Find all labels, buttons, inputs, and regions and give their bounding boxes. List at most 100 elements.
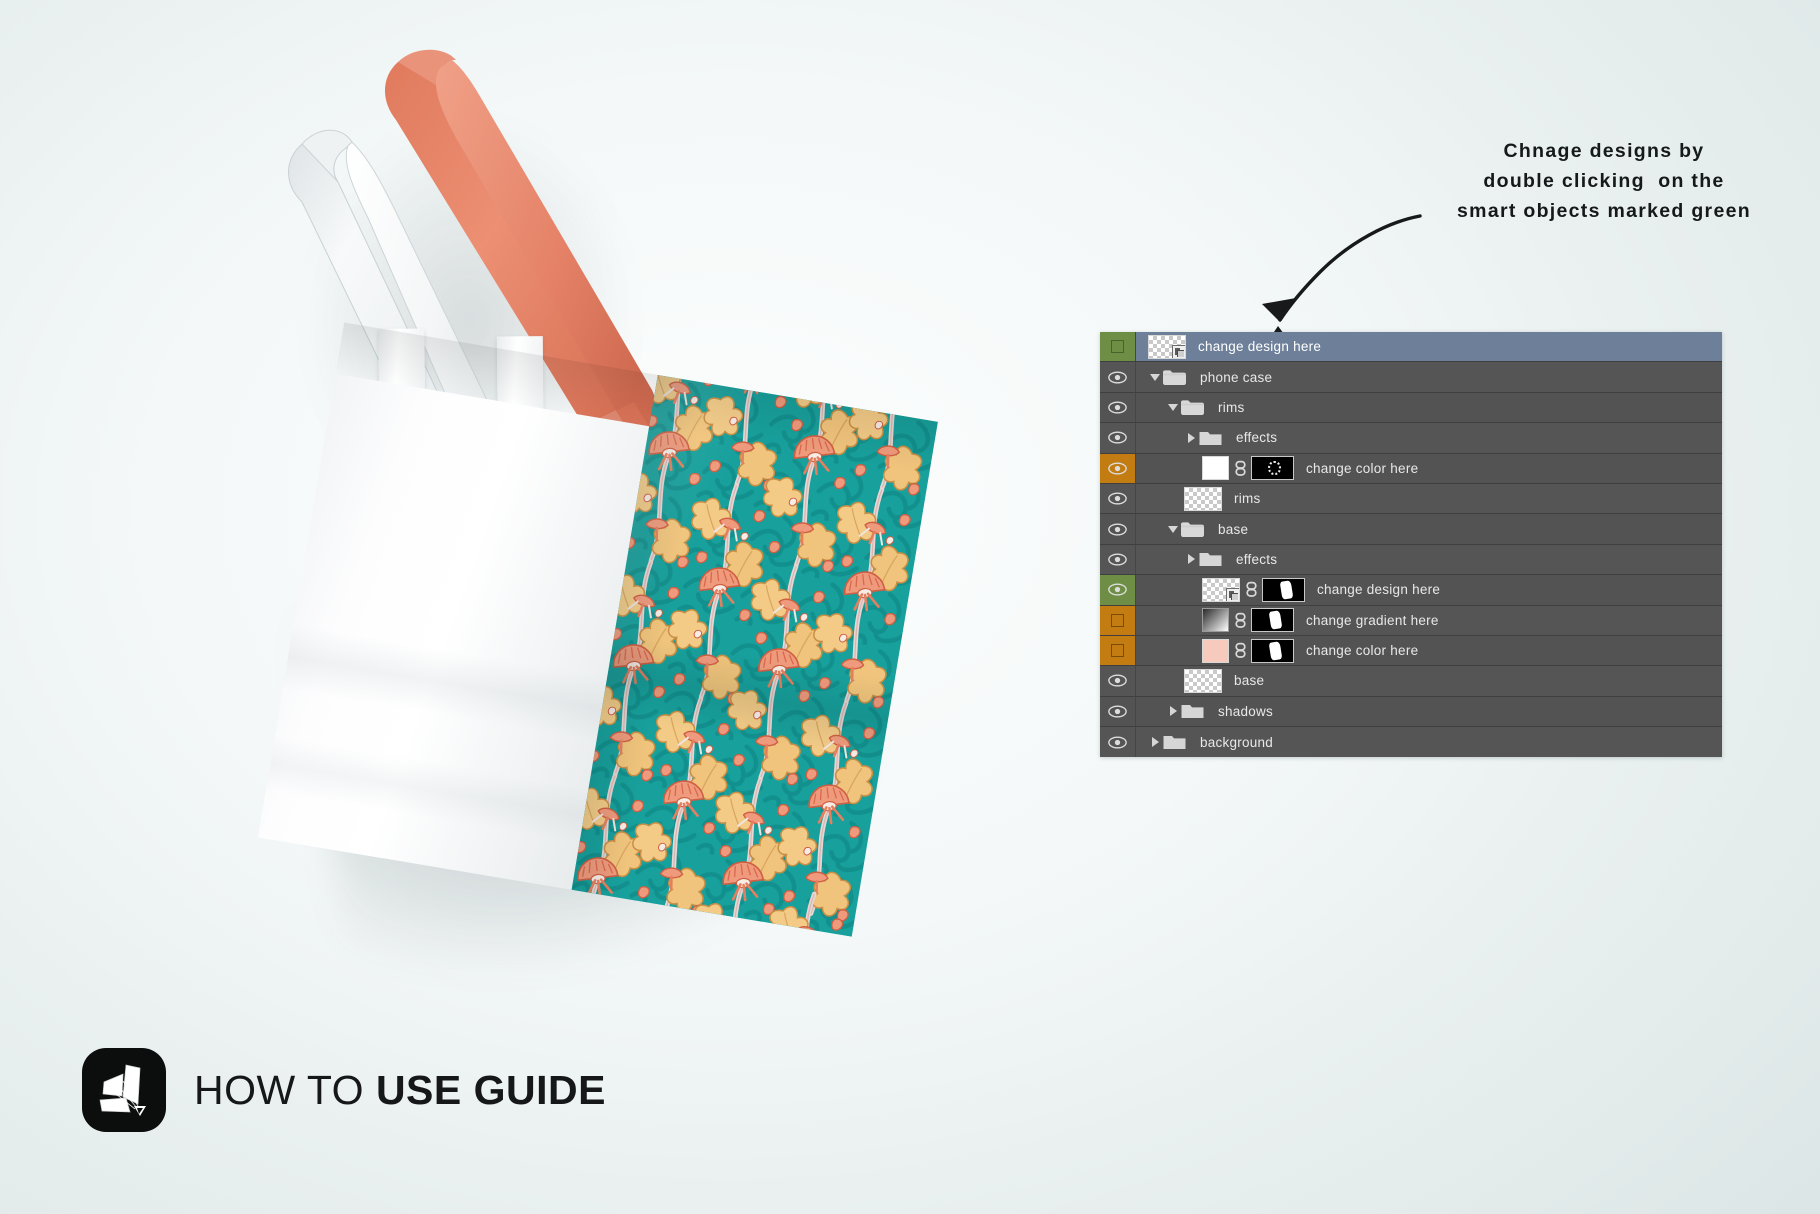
eye-icon — [1108, 736, 1127, 749]
layer-visibility-toggle[interactable] — [1100, 483, 1136, 514]
layer-visibility-toggle[interactable] — [1100, 332, 1136, 362]
annotation-line-1: Chnage designs by — [1503, 140, 1705, 162]
layer-visibility-toggle[interactable] — [1100, 392, 1136, 423]
layer-row-body[interactable]: shadows — [1136, 697, 1722, 726]
layer-name: base — [1234, 673, 1265, 689]
product-mockup-image — [0, 0, 1060, 1060]
eye-icon — [1108, 462, 1127, 475]
layer-visibility-toggle[interactable] — [1100, 696, 1136, 727]
layer-visibility-toggle[interactable] — [1100, 666, 1136, 696]
photoshop-layers-panel[interactable]: change design here phone case rims effects c… — [1100, 332, 1722, 758]
thumbnail-checker — [1148, 334, 1186, 359]
layer-row-body[interactable]: change design here — [1136, 332, 1722, 362]
chevron-right-icon[interactable] — [1184, 545, 1198, 574]
chevron-right-icon[interactable] — [1166, 697, 1180, 726]
layer-row-body[interactable]: change design here — [1136, 575, 1722, 604]
chevron-right-icon[interactable] — [1148, 727, 1162, 757]
layer-thumbnail[interactable] — [1202, 606, 1229, 635]
folder-icon — [1180, 697, 1208, 726]
layer-visibility-toggle[interactable] — [1100, 605, 1136, 635]
layer-row-body[interactable]: effects — [1136, 423, 1722, 452]
eye-icon — [1108, 401, 1127, 414]
eye-icon — [1108, 492, 1127, 505]
chevron-down-icon[interactable] — [1166, 393, 1180, 422]
layer-row-body[interactable]: phone case — [1136, 362, 1722, 391]
layer-row-body[interactable]: change gradient here — [1136, 606, 1722, 635]
layer-mask-thumbnail[interactable] — [1262, 577, 1305, 602]
layer-visibility-toggle[interactable] — [1100, 423, 1136, 453]
layer-row[interactable]: change color here — [1100, 635, 1722, 667]
layer-row-body[interactable]: change color here — [1136, 636, 1722, 665]
eye-icon — [1108, 674, 1127, 688]
link-chain-icon[interactable] — [1229, 636, 1251, 665]
thumbnail-grad — [1202, 608, 1229, 633]
layer-thumbnail[interactable] — [1202, 454, 1229, 483]
layer-name: effects — [1236, 430, 1278, 446]
layer-name: change color here — [1306, 643, 1419, 659]
link-chain-icon[interactable] — [1229, 606, 1251, 635]
smart-object-badge-icon — [1172, 344, 1185, 358]
layer-row-body[interactable]: base — [1136, 666, 1722, 695]
eye-icon — [1108, 553, 1127, 566]
layer-row-body[interactable]: background — [1136, 727, 1722, 757]
footer-brand: HOW TO USE GUIDE — [82, 1048, 606, 1132]
thumbnail-solid-white — [1202, 456, 1229, 481]
thumbnail-pink — [1202, 638, 1229, 663]
layer-visibility-toggle[interactable] — [1100, 362, 1136, 392]
layer-thumbnail[interactable] — [1148, 332, 1186, 361]
layer-thumbnail[interactable] — [1202, 575, 1240, 604]
layer-row[interactable]: background — [1100, 727, 1722, 758]
layer-visibility-toggle[interactable] — [1100, 727, 1136, 758]
tote-bag-body — [257, 322, 938, 944]
layer-visibility-toggle[interactable] — [1100, 635, 1136, 666]
layer-mask-thumbnail[interactable] — [1251, 608, 1294, 633]
layer-row-body[interactable]: effects — [1136, 545, 1722, 574]
layer-thumbnail[interactable] — [1202, 636, 1229, 665]
curved-arrow-icon — [1262, 214, 1422, 338]
eye-hidden-icon — [1111, 644, 1124, 658]
layer-visibility-toggle[interactable] — [1100, 514, 1136, 544]
layer-row[interactable]: rims — [1100, 392, 1722, 424]
layer-row-body[interactable]: base — [1136, 514, 1722, 543]
layer-visibility-toggle[interactable] — [1100, 453, 1136, 483]
layer-row[interactable]: base — [1100, 514, 1722, 545]
folder-icon — [1198, 545, 1226, 574]
layer-row[interactable]: phone case — [1100, 362, 1722, 393]
layer-row[interactable]: change design here — [1100, 575, 1722, 606]
layer-thumbnail[interactable] — [1184, 484, 1222, 513]
layer-row-body[interactable]: rims — [1136, 484, 1722, 513]
layer-name: phone case — [1200, 369, 1273, 385]
link-chain-icon[interactable] — [1229, 454, 1251, 483]
eye-icon — [1108, 705, 1127, 718]
layer-row[interactable]: rims — [1100, 483, 1722, 515]
eye-icon — [1108, 583, 1127, 596]
link-chain-icon[interactable] — [1240, 575, 1262, 604]
thumbnail-checker — [1202, 577, 1240, 602]
folder-icon — [1198, 423, 1226, 452]
layer-row[interactable]: effects — [1100, 544, 1722, 576]
layer-row-body[interactable]: change color here — [1136, 454, 1722, 483]
layer-row[interactable]: change design here — [1100, 332, 1722, 363]
layer-name: background — [1200, 734, 1274, 750]
layer-row[interactable]: change gradient here — [1100, 605, 1722, 636]
layer-row[interactable]: base — [1100, 666, 1722, 697]
thumbnail-checker — [1184, 486, 1222, 511]
layer-row[interactable]: change color here — [1100, 453, 1722, 484]
layer-visibility-toggle[interactable] — [1100, 544, 1136, 575]
eye-icon — [1108, 371, 1127, 384]
layer-row-body[interactable]: rims — [1136, 393, 1722, 422]
layer-row[interactable]: effects — [1100, 423, 1722, 454]
origami-logo-icon — [82, 1048, 166, 1132]
layer-name: effects — [1236, 551, 1278, 567]
eye-hidden-icon — [1111, 613, 1124, 627]
chevron-down-icon[interactable] — [1148, 362, 1162, 391]
chevron-down-icon[interactable] — [1166, 514, 1180, 543]
layer-thumbnail[interactable] — [1184, 666, 1222, 695]
layer-mask-thumbnail[interactable] — [1251, 638, 1294, 663]
layer-name: change design here — [1317, 582, 1441, 598]
layer-mask-thumbnail[interactable] — [1251, 456, 1294, 481]
layer-row[interactable]: shadows — [1100, 696, 1722, 728]
layer-name: change design here — [1198, 339, 1322, 355]
layer-visibility-toggle[interactable] — [1100, 575, 1136, 605]
chevron-right-icon[interactable] — [1184, 423, 1198, 452]
